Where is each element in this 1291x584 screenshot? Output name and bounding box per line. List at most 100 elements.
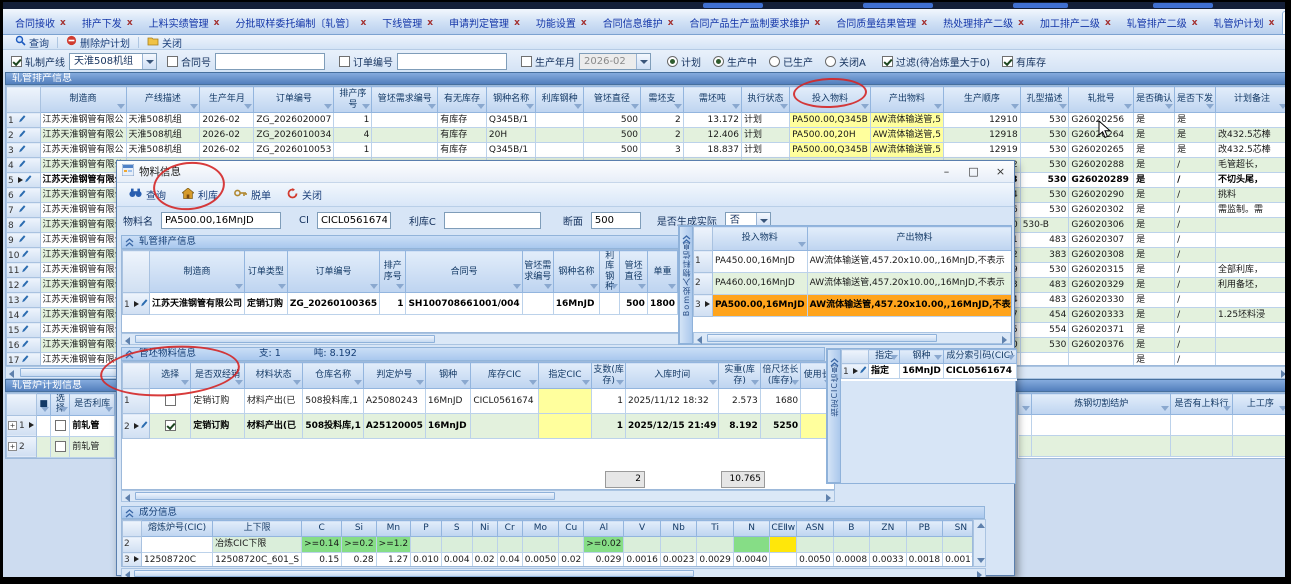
- column-header[interactable]: 管坯直径: [620, 251, 647, 293]
- stock-checkbox[interactable]: [1002, 56, 1013, 67]
- filter-funnel-icon[interactable]: [798, 242, 806, 247]
- dialog-liku-button[interactable]: 利库: [178, 187, 230, 202]
- column-header[interactable]: SN: [943, 521, 973, 537]
- row-header[interactable]: 1: [694, 251, 713, 273]
- column-header[interactable]: 是否下发: [1175, 87, 1216, 113]
- column-header[interactable]: 上下限: [213, 521, 302, 537]
- filter-funnel-icon[interactable]: [780, 104, 788, 109]
- tab-close-icon[interactable]: x: [214, 18, 220, 28]
- row-header[interactable]: 9: [7, 233, 41, 248]
- column-header[interactable]: 指定: [869, 350, 900, 364]
- column-header[interactable]: 订单类型: [245, 251, 288, 293]
- column-header[interactable]: 单重: [647, 251, 677, 293]
- filter-funnel-icon[interactable]: [616, 380, 624, 385]
- column-header[interactable]: 指定CIC: [538, 363, 592, 389]
- column-header[interactable]: P: [411, 521, 442, 537]
- table-row[interactable]: [1019, 415, 1286, 436]
- filter-funnel-icon[interactable]: [461, 380, 469, 385]
- material-name-input[interactable]: [161, 212, 281, 229]
- section-input[interactable]: [591, 212, 641, 229]
- row-header[interactable]: 5: [7, 173, 41, 188]
- row-header[interactable]: 2: [7, 128, 41, 143]
- column-header[interactable]: ■: [37, 394, 51, 416]
- tab-close-icon[interactable]: x: [1192, 18, 1198, 28]
- liku-c-input[interactable]: [444, 212, 541, 229]
- expand-icon[interactable]: [8, 442, 17, 451]
- filter-funnel-icon[interactable]: [354, 380, 362, 385]
- filter-funnel-icon[interactable]: [235, 284, 243, 289]
- query-button[interactable]: 查询: [9, 35, 55, 50]
- row-header[interactable]: 2: [694, 273, 713, 295]
- radio-produced[interactable]: [769, 56, 780, 67]
- tab-分批取样委托编制〔轧管〕[interactable]: 分批取样委托编制〔轧管〕x: [227, 11, 374, 34]
- filter-funnel-icon[interactable]: [529, 380, 537, 385]
- tab-轧管排产二级[interactable]: 轧管排产二级x: [1119, 11, 1206, 34]
- dialog-schedule-scrollbar[interactable]: [121, 333, 679, 345]
- column-header[interactable]: 制造商: [40, 87, 126, 113]
- maximize-button[interactable]: □: [960, 163, 987, 181]
- column-header[interactable]: 利库钢种: [536, 87, 583, 113]
- filter-funnel-icon[interactable]: [416, 380, 424, 385]
- column-header[interactable]: 选择: [51, 394, 70, 416]
- tab-close-icon[interactable]: x: [60, 18, 66, 28]
- column-header[interactable]: N: [733, 521, 770, 537]
- row-header[interactable]: 1: [7, 113, 41, 128]
- column-header[interactable]: 选择: [150, 363, 191, 389]
- collapse-icon[interactable]: [125, 238, 134, 249]
- column-header[interactable]: 支数(库存): [592, 363, 626, 389]
- filter-funnel-icon[interactable]: [370, 284, 378, 289]
- column-header[interactable]: Mo: [522, 521, 559, 537]
- scroll-right-icon[interactable]: [977, 571, 982, 577]
- column-header[interactable]: Nb: [660, 521, 697, 537]
- tab-申请判定管理[interactable]: 申请判定管理x: [441, 11, 528, 34]
- column-header[interactable]: 钢种名称: [553, 251, 599, 293]
- column-header[interactable]: ZN: [870, 521, 907, 537]
- table-row[interactable]: 2PA460.00,16MnJDAW流体输送管,457.20x10.00,,16…: [694, 273, 1012, 295]
- contract-input[interactable]: [215, 53, 325, 70]
- tab-上料实绩管理[interactable]: 上料实绩管理x: [141, 11, 228, 34]
- column-header[interactable]: 熔炼炉号(CIC): [142, 521, 213, 537]
- assign-vertical-strip[interactable]: 指定CIC信息: [827, 349, 841, 483]
- column-header[interactable]: 仓库名称: [303, 363, 363, 389]
- tab-close-icon[interactable]: x: [581, 18, 587, 28]
- column-header[interactable]: 是否利库: [70, 394, 115, 416]
- column-header[interactable]: ASN: [797, 521, 834, 537]
- scroll-left-icon[interactable]: [125, 494, 130, 502]
- filter-funnel-icon[interactable]: [41, 407, 49, 412]
- table-row[interactable]: [1019, 436, 1286, 457]
- composition-hscrollbar[interactable]: [121, 568, 986, 577]
- column-header[interactable]: CEⅡw: [770, 521, 797, 537]
- table-row[interactable]: 2定销订购材料产出(已508投料库,1A2512000516MnJD12025/…: [123, 414, 834, 439]
- column-header[interactable]: 利库钢种: [600, 251, 620, 293]
- filter-funnel-icon[interactable]: [1161, 406, 1169, 411]
- scrollbar-thumb[interactable]: [135, 335, 435, 343]
- table-row[interactable]: 2CICL0561674冶炼CIC下限>=0.14>=0.2>=1.2>=0.0…: [123, 537, 974, 553]
- filter-funnel-icon[interactable]: [105, 407, 113, 412]
- column-header[interactable]: 产出物料: [870, 87, 943, 113]
- filter-funnel-icon[interactable]: [1206, 104, 1214, 109]
- tab-合同质量结果管理[interactable]: 合同质量结果管理x: [828, 11, 935, 34]
- tab-合同信息维护[interactable]: 合同信息维护x: [595, 11, 682, 34]
- column-header[interactable]: 有无库存: [438, 87, 487, 113]
- row-header[interactable]: 2: [123, 414, 150, 439]
- filter-funnel-icon[interactable]: [1223, 406, 1231, 411]
- scroll-left-icon[interactable]: [9, 370, 14, 378]
- filter-funnel-icon[interactable]: [117, 104, 125, 109]
- row-header[interactable]: 12: [7, 278, 41, 293]
- column-header[interactable]: 上工序: [1232, 394, 1285, 415]
- scroll-right-icon[interactable]: [1281, 370, 1285, 378]
- filter-funnel-icon[interactable]: [1124, 104, 1132, 109]
- filter-funnel-icon[interactable]: [1279, 406, 1285, 411]
- filter-funnel-icon[interactable]: [324, 104, 332, 109]
- bom-vertical-strip[interactable]: Bom投入物料信息: [679, 226, 693, 344]
- filter-funnel-icon[interactable]: [890, 355, 898, 360]
- composition-vscrollbar[interactable]: [973, 519, 986, 567]
- column-header[interactable]: 钢种: [425, 363, 470, 389]
- row-header[interactable]: 11: [7, 263, 41, 278]
- column-header[interactable]: 入库时间: [626, 363, 719, 389]
- filter-funnel-icon[interactable]: [190, 104, 198, 109]
- filter-funnel-icon[interactable]: [526, 104, 534, 109]
- tab-热处理排产二级[interactable]: 热处理排产二级x: [935, 11, 1032, 34]
- filter-funnel-icon[interactable]: [751, 380, 759, 385]
- column-header[interactable]: Ni: [472, 521, 497, 537]
